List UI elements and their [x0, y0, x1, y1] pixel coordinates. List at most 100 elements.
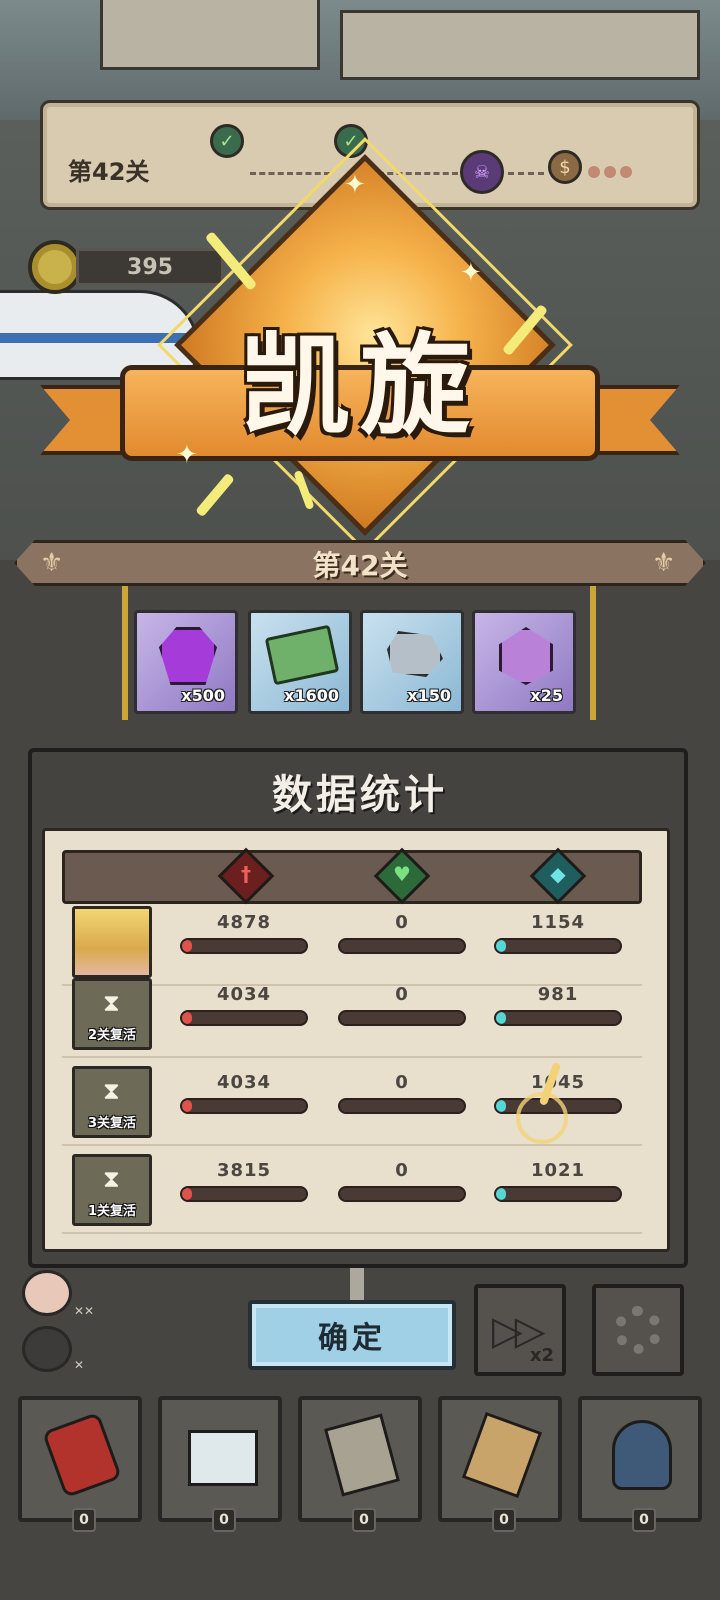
- heal-bar: [338, 1186, 466, 1202]
- squad-status-icon: ✕: [74, 1358, 85, 1372]
- cola-can-icon: [41, 1411, 123, 1499]
- reward-item[interactable]: x500: [134, 610, 238, 714]
- reward-list: x500 x1600 x150 x25: [134, 610, 586, 714]
- crystal-icon: [499, 627, 553, 685]
- shield-bar-fill: [496, 1012, 506, 1024]
- reward-qty: x150: [407, 686, 451, 705]
- hourglass-icon: ⧗: [103, 1165, 120, 1193]
- treasure-bag-icon: $: [548, 150, 582, 184]
- scroll-map-icon: [323, 1413, 401, 1497]
- cleared-node-icon: ✓: [210, 124, 244, 158]
- squad-avatar: [22, 1270, 72, 1316]
- fallen-portrait: ⧗ 2关复活: [72, 978, 152, 1050]
- heal-glyph: ♥: [393, 862, 411, 886]
- damage-value: 4878: [216, 912, 272, 933]
- victory-title: 凯旋: [240, 322, 480, 450]
- damage-bar: [180, 938, 308, 954]
- reward-qty: x500: [181, 686, 225, 705]
- path-dashes: [508, 172, 544, 175]
- stats-row: ⧗ 1关复活 3815 0 1021: [62, 1150, 642, 1234]
- item-count: 0: [72, 1508, 96, 1532]
- fallen-portrait: ⧗ 3关复活: [72, 1066, 152, 1138]
- sparkle-icon: ✦: [344, 170, 366, 200]
- reward-item[interactable]: x150: [360, 610, 464, 714]
- heal-value: 0: [395, 1160, 409, 1181]
- damage-value: 4034: [216, 1072, 272, 1093]
- hourglass-icon: ⧗: [103, 1077, 120, 1105]
- attack-glyph: †: [241, 862, 251, 886]
- consumable-bar: 0 0 0 0 0: [18, 1396, 702, 1532]
- shield-glyph: ◆: [550, 862, 566, 886]
- item-count: 0: [212, 1508, 236, 1532]
- shield-value: 1021: [530, 1160, 586, 1181]
- runway-edge: [122, 580, 128, 720]
- fallen-portrait: ⧗ 1关复活: [72, 1154, 152, 1226]
- coin-icon: [28, 240, 82, 294]
- speed-toggle-button[interactable]: ▷▷ x2: [474, 1284, 566, 1376]
- revive-label: 3关复活: [87, 1116, 137, 1131]
- tap-hint-icon: [516, 1061, 580, 1144]
- gear-icon: [614, 1306, 662, 1354]
- sparkle-icon: ✦: [460, 258, 482, 288]
- path-dashes: [250, 172, 330, 175]
- coin-counter: 395: [28, 240, 224, 294]
- shield-value: 981: [537, 984, 579, 1005]
- item-slot-talisman[interactable]: 0: [438, 1396, 562, 1532]
- damage-bar-fill: [182, 1100, 192, 1112]
- terminal-building: [340, 10, 700, 80]
- damage-bar-fill: [182, 940, 192, 952]
- damage-bar: [180, 1098, 308, 1114]
- damage-bar-fill: [182, 1188, 192, 1200]
- squad-status-icon: ✕✕: [74, 1304, 95, 1318]
- ore-icon: [387, 631, 443, 677]
- purple-gem-icon: [159, 627, 217, 685]
- reward-item[interactable]: x1600: [248, 610, 352, 714]
- progress-dot: [588, 166, 600, 178]
- squad-avatar: [22, 1326, 72, 1372]
- heal-bar: [338, 938, 466, 954]
- revive-label: 2关复活: [87, 1028, 137, 1043]
- item-count: 0: [492, 1508, 516, 1532]
- shield-bar-fill: [496, 1100, 506, 1112]
- reward-qty: x1600: [284, 686, 339, 705]
- stats-row: ⧗ 2关复活 4034 0 981: [62, 974, 642, 1058]
- coin-value: 395: [76, 248, 224, 286]
- heal-value: 0: [395, 1072, 409, 1093]
- confirm-button[interactable]: 确定: [248, 1300, 456, 1370]
- nuke-bomb-icon: [612, 1420, 672, 1490]
- revive-label: 1关复活: [87, 1204, 137, 1219]
- item-slot-medkit[interactable]: 0: [158, 1396, 282, 1532]
- runway-edge: [590, 580, 596, 720]
- progress-dot: [604, 166, 616, 178]
- cash-note-icon: [264, 624, 340, 686]
- stage-label: 第42关: [312, 549, 408, 582]
- hud-level-label: 第42关: [68, 158, 150, 186]
- damage-bar-fill: [182, 1012, 192, 1024]
- sparkle-icon: ✦: [176, 440, 198, 470]
- item-slot-scroll[interactable]: 0: [298, 1396, 422, 1532]
- shield-bar: [494, 1186, 622, 1202]
- first-aid-kit-icon: [188, 1430, 258, 1486]
- hourglass-icon: ⧗: [103, 989, 120, 1017]
- item-slot-cola[interactable]: 0: [18, 1396, 142, 1532]
- damage-bar: [180, 1010, 308, 1026]
- hero-portrait: [72, 906, 152, 978]
- reward-item[interactable]: x25: [472, 610, 576, 714]
- terminal-building: [100, 0, 320, 70]
- boss-icon: ☠: [460, 150, 504, 194]
- heal-bar: [338, 1010, 466, 1026]
- progress-dot: [620, 166, 632, 178]
- item-slot-bomb[interactable]: 0: [578, 1396, 702, 1532]
- reward-qty: x25: [530, 686, 563, 705]
- shield-value: 1154: [530, 912, 586, 933]
- heal-value: 0: [395, 912, 409, 933]
- heal-bar: [338, 1098, 466, 1114]
- item-count: 0: [632, 1508, 656, 1532]
- item-count: 0: [352, 1508, 376, 1532]
- heal-value: 0: [395, 984, 409, 1005]
- shield-bar-fill: [496, 1188, 506, 1200]
- settings-button[interactable]: [592, 1284, 684, 1376]
- damage-value: 4034: [216, 984, 272, 1005]
- lightning-paper-icon: [461, 1411, 543, 1499]
- damage-bar: [180, 1186, 308, 1202]
